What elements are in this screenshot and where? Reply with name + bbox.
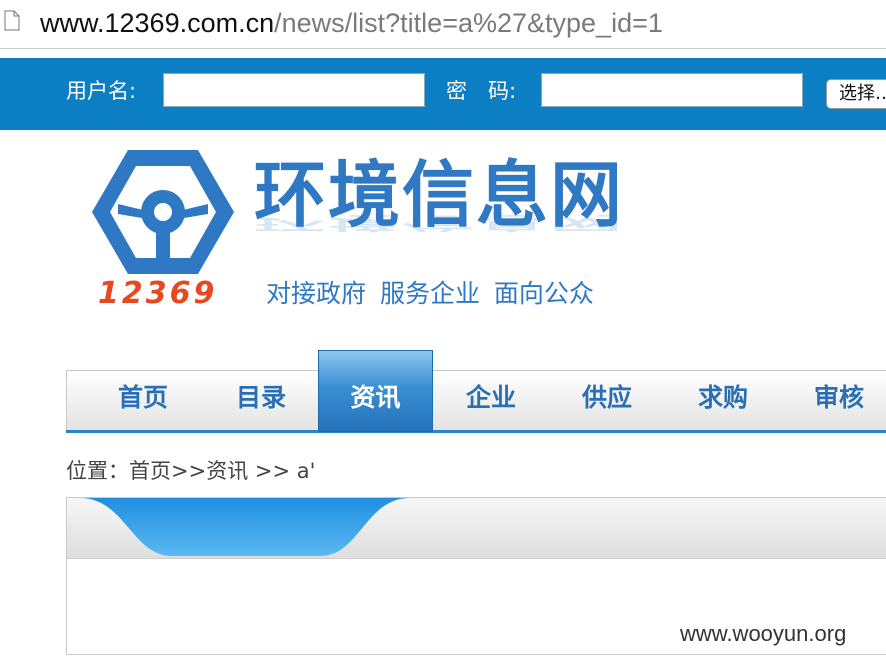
nav-item-purchase[interactable]: 求购 <box>665 383 781 413</box>
site-logo[interactable]: 环境信息网 环境信息网 12369 对接政府 服务企业 面向公众 <box>88 148 648 318</box>
breadcrumb: 位置：首页>>资讯 >> a' <box>66 459 316 483</box>
watermark-text: www.wooyun.org <box>680 621 847 646</box>
logo-title-reflection: 环境信息网 <box>254 212 625 234</box>
login-bar: 用户名: 密 码: 选择… <box>0 58 886 130</box>
password-label: 密 码: <box>446 79 517 103</box>
nav-item-supply[interactable]: 供应 <box>549 383 665 413</box>
browser-url-bar[interactable]: www.12369.com.cn/news/list?title=a%27&ty… <box>0 0 886 49</box>
url-text[interactable]: www.12369.com.cn/news/list?title=a%27&ty… <box>40 6 663 40</box>
logo-emblem-icon <box>92 150 234 274</box>
nav-underline <box>66 430 886 433</box>
logo-number: 12369 <box>98 276 218 311</box>
nav-item-enterprise[interactable]: 企业 <box>433 383 549 413</box>
nav-item-news-label: 资讯 <box>350 383 401 412</box>
url-path: /news/list?title=a%27&type_id=1 <box>274 8 663 38</box>
nav-item-directory[interactable]: 目录 <box>203 383 319 413</box>
url-host: www.12369.com.cn <box>40 8 275 38</box>
username-input[interactable] <box>163 73 425 107</box>
content-tab-shape <box>80 498 410 556</box>
page-icon <box>4 10 20 31</box>
nav-item-news-active[interactable]: 资讯 <box>318 350 433 432</box>
nav-item-home[interactable]: 首页 <box>85 383 201 413</box>
nav-item-audit[interactable]: 审核 <box>781 383 886 413</box>
username-label: 用户名: <box>66 79 137 103</box>
choose-button[interactable]: 选择… <box>826 79 886 109</box>
password-input[interactable] <box>541 73 803 107</box>
logo-slogan: 对接政府 服务企业 面向公众 <box>266 279 594 308</box>
